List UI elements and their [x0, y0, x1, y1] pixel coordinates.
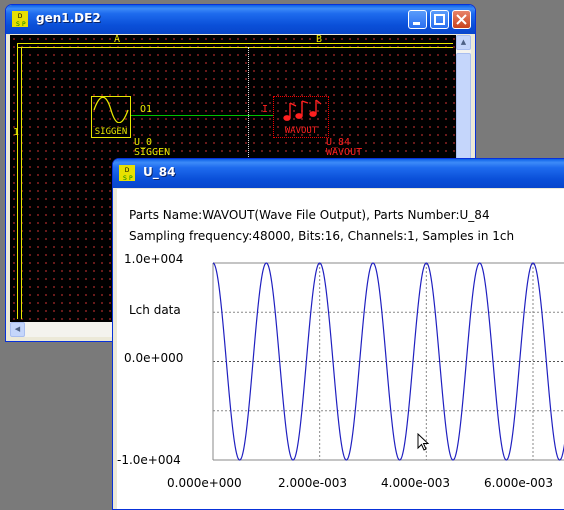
scroll-up-button[interactable]: ▲	[456, 35, 471, 50]
x-tick-label: 2.000e-003	[278, 476, 347, 490]
signal-wire[interactable]	[131, 115, 273, 116]
minimize-icon	[413, 22, 420, 25]
channel-label: Lch data	[129, 303, 181, 317]
vertical-scroll-thumb[interactable]	[456, 53, 471, 168]
siggen-instance: U_0 SIGGEN	[134, 137, 171, 158]
column-label-a: A	[114, 34, 121, 45]
column-label-b: B	[316, 34, 323, 45]
x-tick-label: 4.000e-003	[381, 476, 450, 490]
x-tick-label: 6.000e-003	[484, 476, 553, 490]
svg-text:P: P	[129, 175, 133, 181]
frame-top	[17, 43, 453, 44]
u84-client: Parts Name:WAVOUT(Wave File Output), Par…	[117, 189, 564, 509]
wavout-block[interactable]: WAVOUT	[273, 96, 329, 138]
siggen-label: SIGGEN	[92, 127, 130, 137]
frame-left-inner	[21, 47, 22, 319]
maximize-icon	[434, 14, 445, 25]
maximize-button[interactable]	[430, 10, 449, 29]
x-tick-label: 0.000e+000	[167, 476, 242, 490]
svg-text:S: S	[16, 21, 20, 27]
waveform-chart[interactable]	[209, 259, 564, 464]
wavout-input-pin: I	[262, 104, 269, 115]
sine-wave-icon	[93, 96, 129, 124]
wavout-label: WAVOUT	[284, 126, 318, 136]
window-title: U_84	[143, 165, 176, 179]
u84-titlebar[interactable]: D S P U_84	[113, 159, 564, 188]
y-tick-label: -1.0e+004	[117, 453, 181, 467]
u84-window: D S P U_84 Parts Name:WAVOUT(Wave File O…	[112, 158, 564, 510]
gen1-titlebar[interactable]: D S P gen1.DE2	[6, 5, 475, 34]
y-tick-label: 0.0e+000	[124, 351, 184, 365]
dsp-icon: D S P	[12, 11, 28, 27]
row-label-1: 1	[13, 127, 20, 138]
minimize-button[interactable]	[408, 10, 427, 29]
siggen-block[interactable]: SIGGEN	[91, 96, 131, 138]
svg-text:D: D	[125, 167, 130, 174]
svg-text:P: P	[22, 21, 26, 27]
mouse-cursor-icon	[417, 433, 430, 451]
music-notes-icon	[283, 99, 322, 121]
siggen-output-pin: O1	[140, 104, 153, 115]
frame-left	[17, 43, 18, 319]
sampling-info-line: Sampling frequency:48000, Bits:16, Chann…	[129, 229, 515, 243]
svg-text:S: S	[123, 175, 127, 181]
dsp-icon: D S P	[119, 165, 135, 181]
window-title: gen1.DE2	[36, 11, 101, 25]
close-button[interactable]	[452, 10, 471, 29]
frame-top-inner	[17, 47, 453, 48]
y-tick-label: 1.0e+004	[124, 252, 184, 266]
svg-text:D: D	[18, 13, 23, 20]
close-icon	[456, 14, 467, 25]
parts-info-line: Parts Name:WAVOUT(Wave File Output), Par…	[129, 208, 490, 222]
scroll-left-button[interactable]: ◀	[10, 322, 25, 337]
wavout-instance: U_84 WAVOUT	[326, 137, 363, 158]
